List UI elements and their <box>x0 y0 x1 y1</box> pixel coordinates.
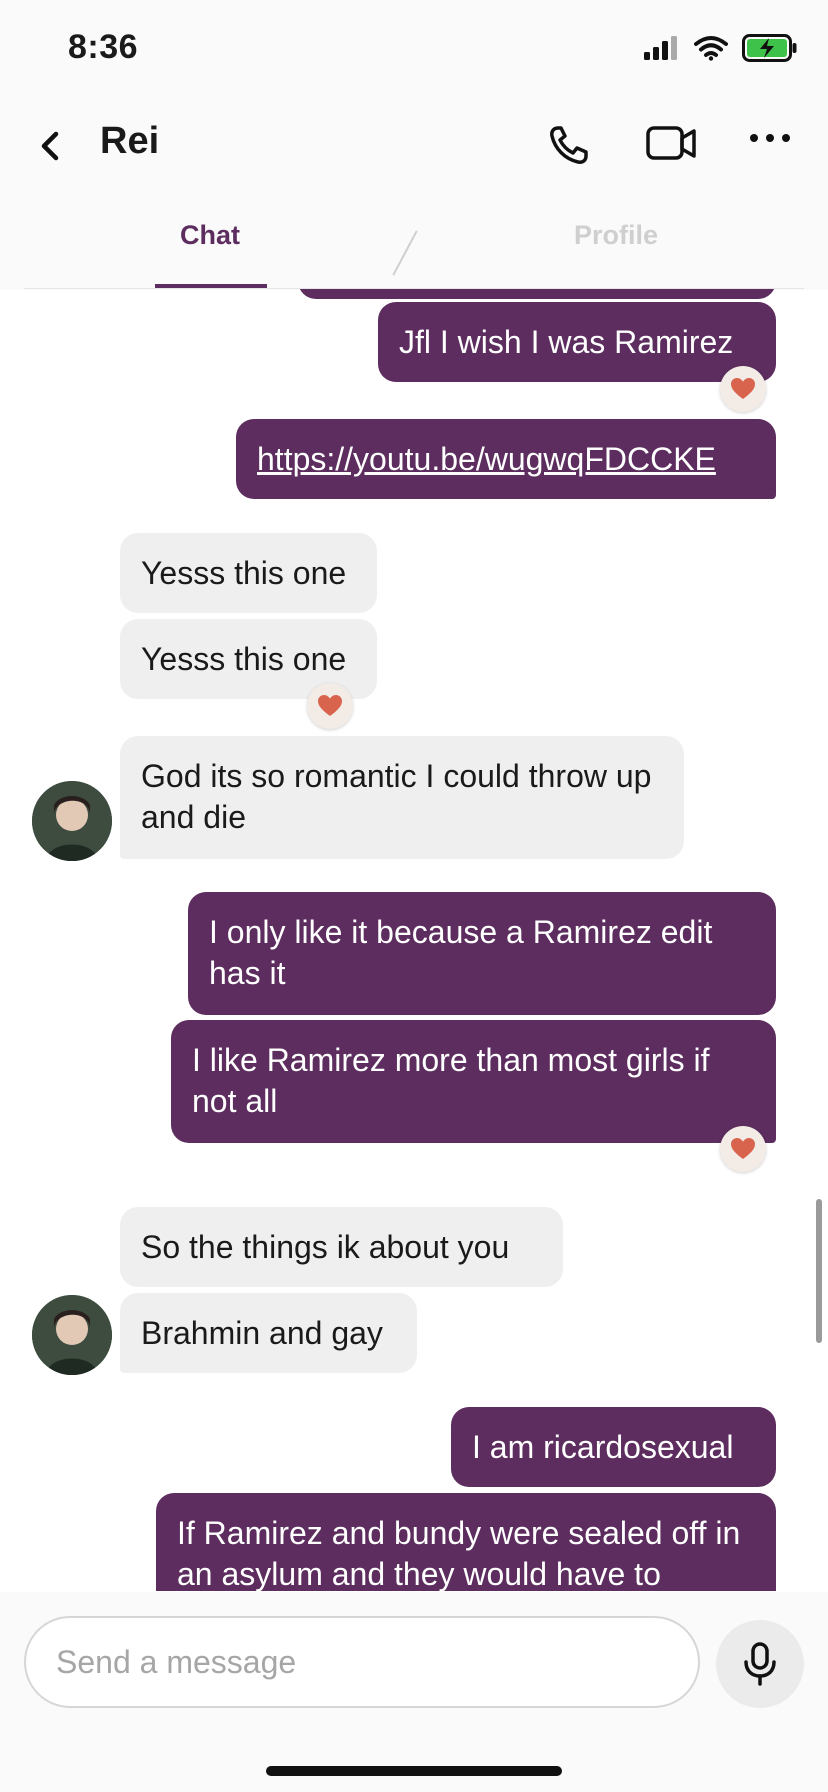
more-options-icon[interactable] <box>742 116 802 172</box>
heart-reaction[interactable] <box>720 366 766 412</box>
message-bubble-partial <box>298 289 776 299</box>
tab-bar: Chat Profile <box>0 200 828 288</box>
message-bubble-outgoing[interactable]: I am ricardosexual <box>451 1407 776 1487</box>
avatar-image <box>32 781 112 861</box>
tab-chat[interactable]: Chat <box>180 220 240 251</box>
avatar-image <box>32 1295 112 1375</box>
tab-profile[interactable]: Profile <box>574 220 658 251</box>
voice-message-button[interactable] <box>716 1620 804 1708</box>
message-bubble-incoming[interactable]: God its so romantic I could throw up and… <box>120 736 684 859</box>
heart-icon <box>731 378 755 399</box>
message-list[interactable]: Jfl I wish I was Ramirez https://youtu.b… <box>0 289 828 1591</box>
message-bubble-outgoing[interactable]: I like Ramirez more than most girls if n… <box>171 1020 776 1143</box>
cellular-signal-icon <box>644 36 677 60</box>
tab-divider <box>392 230 418 276</box>
home-indicator <box>266 1766 562 1776</box>
scrollbar-thumb[interactable] <box>816 1199 822 1343</box>
status-time: 8:36 <box>68 28 139 66</box>
contact-avatar[interactable] <box>32 1295 112 1375</box>
message-bubble-outgoing[interactable]: Jfl I wish I was Ramirez <box>378 302 776 382</box>
contact-avatar[interactable] <box>32 781 112 861</box>
battery-charging-icon <box>742 34 797 62</box>
message-input[interactable] <box>24 1616 700 1708</box>
heart-icon <box>318 695 342 716</box>
heart-reaction[interactable] <box>307 683 353 729</box>
status-icons <box>644 34 798 62</box>
phone-call-icon[interactable] <box>540 116 600 172</box>
heart-icon <box>731 1138 755 1159</box>
back-chevron-icon[interactable] <box>30 124 70 168</box>
message-link-outgoing[interactable]: https://youtu.be/wugwqFDCCKE <box>236 419 776 499</box>
contact-name[interactable]: Rei <box>100 120 159 163</box>
message-bubble-outgoing[interactable]: I only like it because a Ramirez edit ha… <box>188 892 776 1015</box>
heart-reaction[interactable] <box>720 1126 766 1172</box>
wifi-icon <box>694 36 728 61</box>
microphone-icon <box>744 1642 776 1686</box>
message-bubble-incoming[interactable]: So the things ik about you <box>120 1207 563 1287</box>
video-call-icon[interactable] <box>642 116 702 172</box>
message-bubble-outgoing[interactable]: If Ramirez and bundy were sealed off in … <box>156 1493 776 1591</box>
status-bar: 8:36 <box>0 0 828 100</box>
message-bubble-incoming[interactable]: Yesss this one <box>120 533 377 613</box>
message-bubble-incoming[interactable]: Brahmin and gay <box>120 1293 417 1373</box>
